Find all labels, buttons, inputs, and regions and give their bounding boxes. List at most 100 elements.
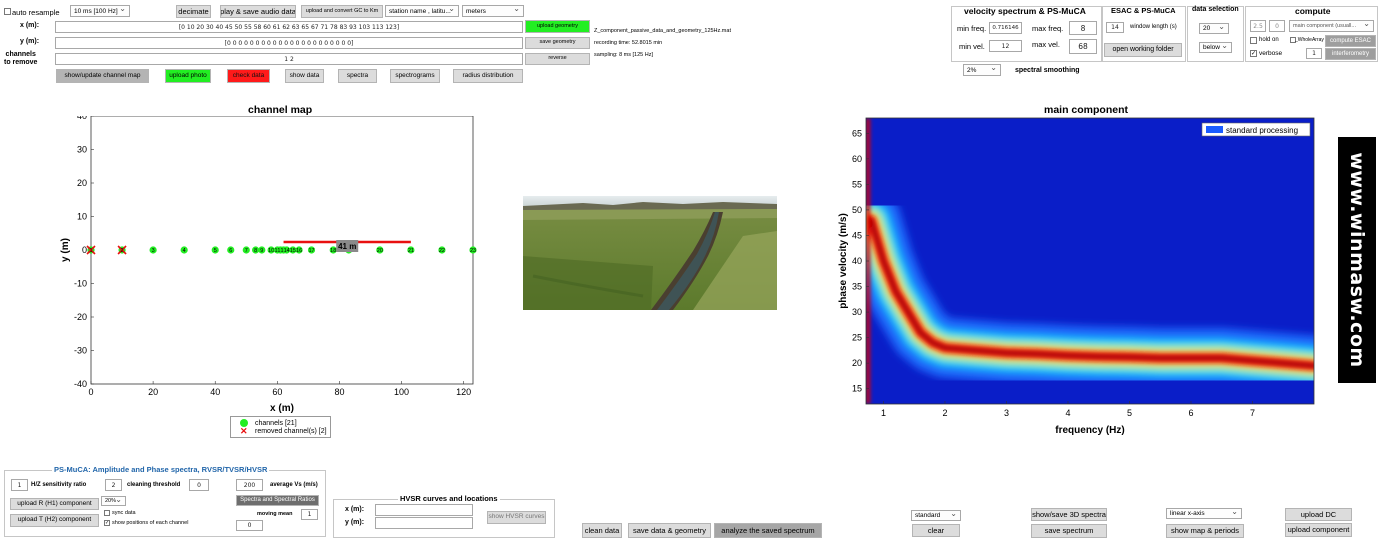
data-selection-dropdown[interactable]: 20	[1199, 23, 1229, 34]
min-vel-label: min vel.	[959, 42, 985, 51]
velocity-tick-label: 35	[852, 282, 862, 292]
max-vel-field[interactable]: 68	[1069, 39, 1097, 54]
show-positions-checkbox[interactable]: ✓	[104, 520, 110, 526]
velocity-tick-label: 55	[852, 179, 862, 189]
save-geometry-button[interactable]: save geometry	[525, 37, 590, 49]
freq-tick-label: 7	[1250, 408, 1255, 418]
velocity-tick-label: 50	[852, 205, 862, 215]
verbose-checkbox[interactable]: ✓	[1250, 50, 1257, 57]
save-spectrum-button[interactable]: save spectrum	[1031, 524, 1107, 538]
channel-number: 15	[290, 248, 296, 254]
open-working-folder-button[interactable]: open working folder	[1104, 43, 1182, 57]
upload-dc-button[interactable]: upload DC	[1285, 508, 1352, 521]
freq-tick-label: 6	[1188, 408, 1193, 418]
compute-esac-button[interactable]: compute ESAC	[1325, 35, 1376, 47]
min-vel-field[interactable]: 12	[989, 40, 1022, 52]
analyze-saved-spectrum-button[interactable]: analyze the saved spectrum	[714, 523, 822, 538]
sync-data-checkbox[interactable]	[104, 510, 110, 516]
y-values-field[interactable]: [0 0 0 0 0 0 0 0 0 0 0 0 0 0 0 0 0 0 0 0…	[55, 37, 523, 49]
show-map-periods-button[interactable]: show map & periods	[1166, 524, 1244, 538]
station-dropdown[interactable]: station name , latitu...	[385, 5, 459, 17]
x-label: x (m):	[20, 22, 40, 29]
smoothing-dropdown[interactable]: 2%	[963, 64, 1001, 76]
velocity-tick-label: 60	[852, 154, 862, 164]
y-tick-label: 20	[77, 178, 87, 188]
linear-axis-dropdown[interactable]: linear x-axis	[1166, 508, 1242, 519]
max-freq-field[interactable]: 8	[1069, 21, 1097, 35]
auto-resample-checkbox[interactable]	[4, 8, 11, 15]
legend-channels-label: channels [21]	[255, 420, 297, 427]
removed-legend-marker: ✕	[240, 426, 248, 436]
radius-distribution-button[interactable]: radius distribution	[453, 69, 523, 83]
hvsr-y-field[interactable]	[375, 517, 473, 529]
velocity-tick-label: 25	[852, 333, 862, 343]
hz-ratio-field[interactable]: 1	[11, 479, 28, 491]
spectra-ratios-button[interactable]: Spectra and Spectral Ratios	[236, 495, 319, 506]
x-values-field[interactable]: [0 10 20 30 40 45 50 55 58 60 61 62 63 6…	[55, 21, 523, 33]
interferometry-button[interactable]: interferometry	[1325, 48, 1376, 60]
hvsr-x-field[interactable]	[375, 504, 473, 516]
spectral-smoothing-label: spectral smoothing	[1015, 67, 1080, 74]
show-data-button[interactable]: show data	[285, 69, 324, 83]
show-positions-label: show positions of each channel	[112, 520, 189, 526]
reverse-button[interactable]: reverse	[525, 53, 590, 65]
upload-t-button[interactable]: upload T (H2) component	[10, 514, 99, 527]
channel-number: 23	[470, 248, 476, 254]
below-dropdown[interactable]: below	[1199, 42, 1232, 53]
hold-on-checkbox[interactable]	[1250, 37, 1257, 44]
velocity-tick-label: 45	[852, 230, 862, 240]
show-hvsr-button[interactable]: show HVSR curves	[487, 511, 546, 524]
show-save-3d-button[interactable]: show/save 3D spectra	[1031, 508, 1107, 521]
average-vs-field[interactable]: 200	[236, 479, 263, 491]
whole-array-label: _WholeArray	[1295, 37, 1324, 43]
units-dropdown[interactable]: meters	[462, 5, 524, 17]
y-tick-label: -10	[74, 279, 87, 289]
y-tick-label: 40	[77, 116, 87, 121]
site-photo	[523, 196, 777, 310]
min-freq-field[interactable]: 0.716146	[989, 22, 1022, 34]
clear-button[interactable]: clear	[912, 524, 960, 537]
resample-dropdown[interactable]: 10 ms [100 Hz]	[70, 5, 130, 17]
spectrograms-button[interactable]: spectrograms	[390, 69, 440, 83]
channels-remove-label: channels to remove	[4, 51, 38, 66]
standard-dropdown[interactable]: standard	[911, 510, 961, 521]
cleaning-threshold-field[interactable]: 2	[105, 479, 122, 491]
cleaning-field[interactable]: 0	[189, 479, 209, 491]
upload-photo-button[interactable]: upload photo	[165, 69, 211, 83]
y-tick-label: -40	[74, 379, 87, 389]
sampling-text: sampling: 8 ms [125 Hz]	[594, 52, 653, 58]
auto-resample-label: auto resample	[12, 8, 60, 17]
show-update-map-button[interactable]: show/update channel map	[56, 69, 149, 83]
clean-data-button[interactable]: clean data	[582, 523, 622, 538]
check-data-button[interactable]: check data	[227, 69, 270, 83]
save-data-geometry-button[interactable]: save data & geometry	[628, 523, 711, 538]
channel-number: 9	[260, 248, 263, 254]
channel-number: 14	[284, 248, 290, 254]
verbose-value-field[interactable]: 1	[1306, 48, 1322, 59]
velocity-tick-label: 65	[852, 128, 862, 138]
channel-number: 18	[330, 248, 336, 254]
upload-geometry-button[interactable]: upload geometry	[525, 20, 590, 33]
upload-convert-button[interactable]: upload and convert GC to Km	[301, 5, 383, 18]
zero-field[interactable]: 0	[236, 520, 263, 531]
compute-field-2[interactable]: 0	[1269, 20, 1285, 32]
remove-channels-field[interactable]: 1 2	[55, 53, 523, 65]
file-name-text: Z_component_passive_data_and_geometry_12…	[594, 28, 731, 34]
freq-tick-label: 3	[1004, 408, 1009, 418]
percent-dropdown[interactable]: 20%	[101, 496, 126, 506]
channel-number: 4	[183, 248, 186, 254]
sync-data-label: sync data	[112, 510, 136, 516]
component-dropdown[interactable]: main component (usuall...	[1289, 20, 1374, 32]
moving-mean-field[interactable]: 1	[301, 509, 318, 520]
play-save-audio-button[interactable]: play & save audio data	[220, 5, 296, 18]
upload-r-button[interactable]: upload R (H1) component	[10, 498, 99, 510]
compute-field-1[interactable]: 2.5	[1250, 20, 1266, 32]
spectra-button[interactable]: spectra	[338, 69, 377, 83]
y-tick-label: 10	[77, 212, 87, 222]
upload-component-button[interactable]: upload component	[1285, 523, 1352, 537]
window-length-field[interactable]: 14	[1106, 22, 1124, 33]
decimate-button[interactable]: decimate	[176, 5, 211, 18]
channel-number: 21	[408, 248, 414, 254]
average-vs-label: average Vs (m/s)	[270, 482, 318, 488]
velocity-tick-label: 40	[852, 256, 862, 266]
